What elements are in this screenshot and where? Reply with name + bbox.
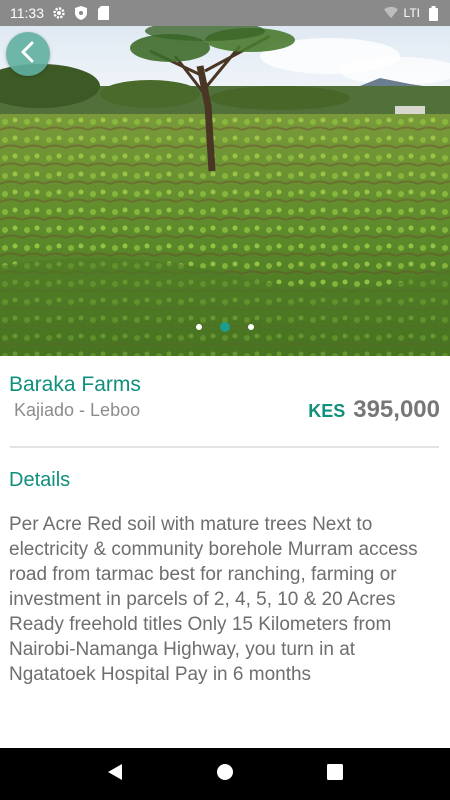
chevron-left-icon (19, 41, 37, 68)
details-heading: Details (9, 469, 71, 491)
nav-home-button[interactable] (205, 754, 245, 794)
status-left: 11:33 (10, 5, 110, 21)
listing-location: Kajiado - Leboo (14, 400, 141, 420)
carousel-dot[interactable] (196, 324, 202, 330)
carousel-dot[interactable] (248, 324, 254, 330)
battery-icon (426, 5, 440, 21)
farm-landscape-image (0, 26, 450, 356)
status-bar: 11:33 LTI (0, 0, 450, 26)
carousel-indicator (0, 320, 450, 334)
divider (10, 446, 439, 448)
carrier-label: LTI (403, 6, 420, 20)
system-nav-bar (0, 748, 450, 800)
status-time: 11:33 (10, 5, 44, 21)
triangle-back-icon (107, 763, 123, 786)
price-block: KES 395,000 (308, 396, 440, 424)
status-right: LTI (383, 5, 440, 21)
wifi-icon (383, 6, 398, 20)
price-value: 395,000 (353, 396, 440, 423)
listing-title: Baraka Farms (9, 373, 141, 396)
shield-icon (74, 6, 88, 20)
circle-home-icon (216, 763, 234, 786)
listing-header: Baraka Farms Kajiado - Leboo (9, 373, 141, 421)
back-button[interactable] (6, 32, 50, 76)
details-description: Per Acre Red soil with mature trees Next… (9, 514, 418, 685)
price-currency: KES (308, 401, 346, 421)
carousel-dot-active[interactable] (220, 322, 230, 332)
hero-image[interactable] (0, 26, 450, 356)
nav-back-button[interactable] (95, 754, 135, 794)
nav-recents-button[interactable] (315, 754, 355, 794)
gear-icon (52, 6, 66, 20)
square-recents-icon (327, 763, 343, 785)
sd-card-icon (96, 6, 110, 20)
